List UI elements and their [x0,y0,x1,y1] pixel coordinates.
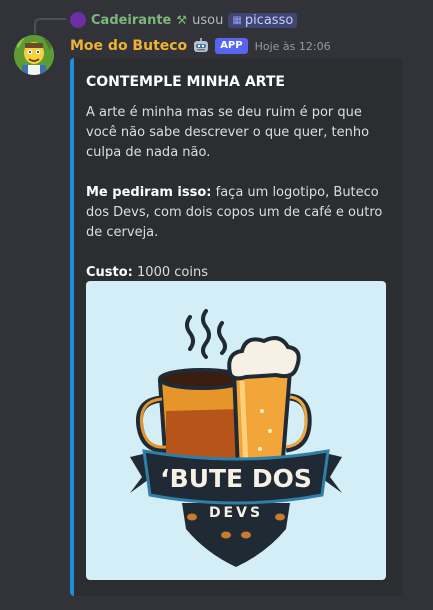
robot-emoji-icon [191,37,211,55]
cost-label: Custo: [86,265,133,280]
chat-message: Cadeirante ⚒ usou ▦ picasso Moe do Butec… [0,0,433,610]
embed-image[interactable]: ‘BUTE DOS DEVS [86,281,386,580]
slash-command-icon: ⚒ [176,13,188,27]
command-usage-line: Cadeirante ⚒ usou ▦ picasso [70,11,298,29]
author-name[interactable]: Moe do Buteco [70,38,187,54]
steam-icon [185,309,227,359]
used-text: usou [192,12,224,28]
logo-sub-text: DEVS [209,505,263,521]
app-badge: APP [215,38,248,54]
request-label: Me pediram isso: [86,185,212,200]
command-name: picasso [244,12,294,28]
author-avatar[interactable] [14,35,54,75]
grid-icon: ▦ [232,14,242,26]
cost-value: 1000 coins [137,265,208,280]
embed-card: CONTEMPLE MINHA ARTE A arte é minha mas … [70,58,402,596]
command-user-name[interactable]: Cadeirante [91,13,171,28]
embed-cost-field: Custo: 1000 coins [86,263,386,283]
command-user-avatar[interactable] [70,12,86,28]
author-line: Moe do Buteco APP Hoje às 12:06 [70,36,331,56]
command-name-chip[interactable]: ▦ picasso [228,12,298,28]
embed-request-field: Me pediram isso: faça um logotipo, Butec… [86,183,386,243]
message-timestamp[interactable]: Hoje às 12:06 [255,40,331,53]
embed-description: A arte é minha mas se deu ruim é por que… [86,103,386,283]
embed-title: CONTEMPLE MINHA ARTE [86,74,285,90]
logo-main-text: ‘BUTE DOS [160,464,312,493]
reply-spine [34,18,66,34]
embed-description-text: A arte é minha mas se deu ruim é por que… [86,105,370,160]
